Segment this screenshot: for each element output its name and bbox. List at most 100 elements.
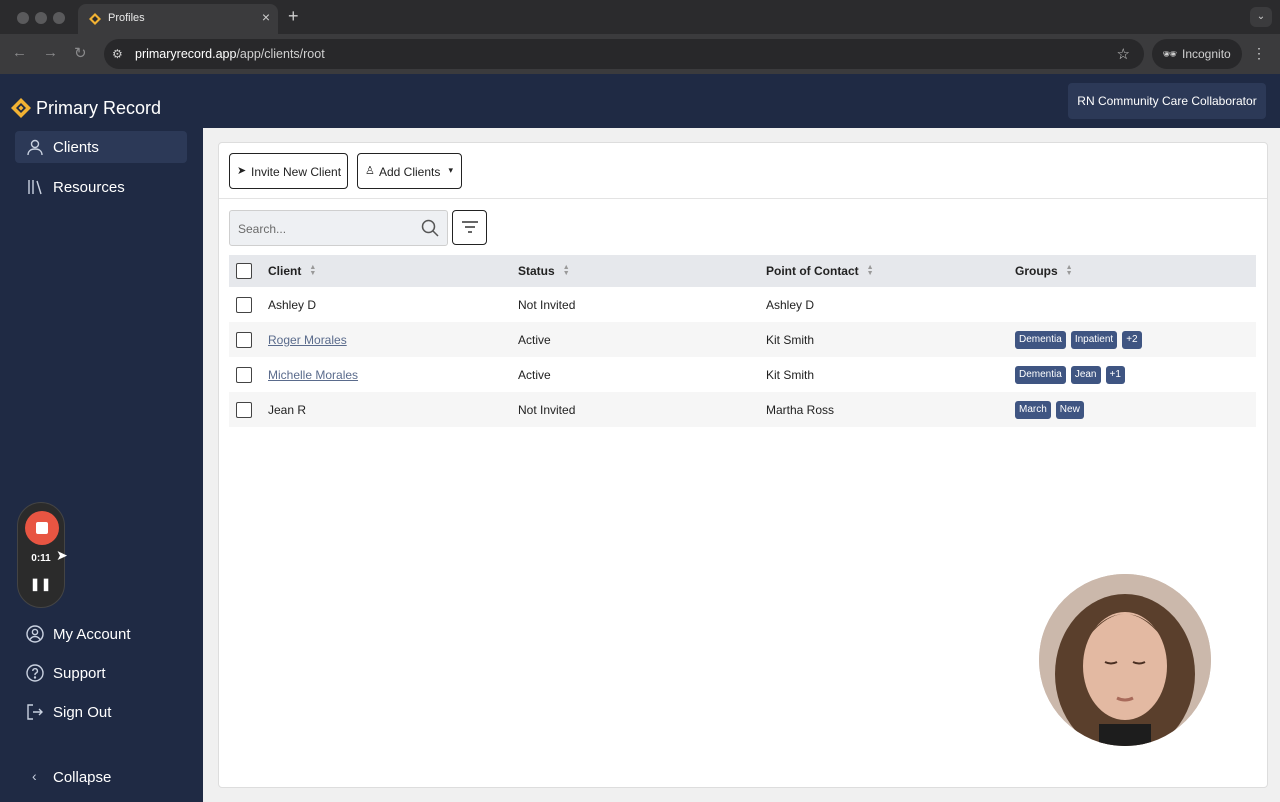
address-bar[interactable]: ⚙ primaryrecord.app/app/clients/root ☆ [104,39,1144,69]
search-placeholder: Search... [238,222,287,236]
sort-icon[interactable]: ▲ ▼ [1066,264,1073,277]
search-input[interactable]: Search... [229,210,448,246]
contact-text: Martha Ross [766,402,835,417]
user-icon [27,139,43,156]
sidebar-item-label: Sign Out [53,704,112,721]
add-clients-label: Add Clients [379,165,441,179]
send-icon: ➤ [237,165,247,177]
filter-button[interactable] [452,210,487,245]
header-client-label: Client [268,264,302,278]
sidebar-item-label: My Account [53,626,131,643]
bookmark-star-icon[interactable]: ☆ [1117,45,1130,63]
new-tab-icon[interactable]: + [288,6,299,27]
url-host: primaryrecord.app [135,47,237,61]
account-icon [26,625,44,643]
add-clients-button[interactable]: ♙ Add Clients ▾ [357,153,462,189]
status-text: Active [518,367,551,382]
header-point-of-contact[interactable]: Point of Contact ▲ ▼ [759,255,1008,287]
tab-close-icon[interactable]: × [262,9,270,25]
group-more-tag[interactable]: +2 [1122,330,1142,349]
header-groups[interactable]: Groups ▲ ▼ [1008,255,1256,287]
incognito-indicator[interactable]: 🕶 Incognito [1152,39,1242,69]
browser-tab-bar: Profiles × + ⌄ [0,0,1280,34]
app-header: Primary Record RN Community Care Collabo… [0,74,1280,128]
group-more-tag[interactable]: +1 [1105,365,1125,384]
sidebar-item-sign-out[interactable]: Sign Out [15,696,187,728]
status-text: Not Invited [518,297,576,312]
sidebar-item-label: Support [53,665,106,682]
header-groups-label: Groups [1015,264,1058,278]
pause-icon[interactable]: ❚❚ [18,577,64,591]
brand-name[interactable]: Primary Record [36,98,161,119]
group-tag[interactable]: New [1055,400,1084,419]
invite-new-client-button[interactable]: ➤ Invite New Client [229,153,348,189]
back-icon[interactable]: ← [12,44,27,61]
window-close-dot[interactable] [17,12,29,24]
contact-text: Kit Smith [766,332,815,347]
library-icon [28,180,42,195]
site-settings-icon[interactable]: ⚙ [112,47,123,61]
group-tag[interactable]: Dementia [1015,330,1066,349]
primary-record-favicon-icon [89,13,101,25]
clients-table: Client ▲ ▼ Status ▲ ▼ Point of Contact ▲ ▼ Gro… [229,255,1256,427]
contact-text: Kit Smith [766,367,815,382]
sidebar-item-label: Resources [53,179,125,196]
header-status-label: Status [518,264,555,278]
sort-icon[interactable]: ▲ ▼ [867,264,874,277]
groups-cell: Dementia Inpatient +2 [1008,322,1256,357]
browser-tab[interactable]: Profiles × [78,4,278,34]
primary-record-logo-icon[interactable] [10,97,32,119]
groups-cell [1008,287,1256,322]
mouse-cursor-icon: ➤ [56,547,68,563]
contact-text: Ashley D [766,297,815,312]
row-checkbox[interactable] [236,366,252,383]
sidebar-item-support[interactable]: Support [15,657,187,689]
row-checkbox[interactable] [236,331,252,348]
status-text: Not Invited [518,402,576,417]
table-row[interactable]: Roger Morales Active Kit Smith Dementia I… [229,322,1256,357]
search-icon[interactable] [421,219,439,237]
header-contact-label: Point of Contact [766,264,859,278]
incognito-icon: 🕶 [1162,47,1178,61]
client-name: Ashley D [268,297,317,312]
row-checkbox[interactable] [236,296,252,313]
window-zoom-dot[interactable] [53,12,65,24]
table-header-row: Client ▲ ▼ Status ▲ ▼ Point of Contact ▲ ▼ Gro… [229,255,1256,287]
sidebar-item-my-account[interactable]: My Account [15,618,187,650]
filter-icon [462,221,478,233]
groups-cell: March New [1008,392,1256,427]
sidebar-item-resources[interactable]: Resources [15,171,187,203]
sidebar: Clients Resources My Account Support Sig… [0,128,203,802]
table-row[interactable]: Ashley D Not Invited Ashley D [229,287,1256,322]
sort-icon[interactable]: ▲ ▼ [309,264,316,277]
chevron-down-icon: ▾ [448,165,453,175]
stop-recording-button[interactable] [25,511,59,545]
tab-search-chevron-icon[interactable]: ⌄ [1250,7,1272,27]
sort-icon[interactable]: ▲ ▼ [563,264,570,277]
chevron-left-icon: ‹ [32,768,37,784]
table-row[interactable]: Michelle Morales Active Kit Smith Dement… [229,357,1256,392]
select-all-checkbox[interactable] [236,263,252,279]
role-selector[interactable]: RN Community Care Collaborator [1068,83,1266,119]
group-tag[interactable]: Dementia [1015,365,1066,384]
reload-icon[interactable]: ↻ [74,44,87,62]
window-minimize-dot[interactable] [35,12,47,24]
sidebar-item-clients[interactable]: Clients [15,131,187,163]
group-tag[interactable]: Jean [1070,365,1101,384]
client-link[interactable]: Michelle Morales [268,368,358,382]
webcam-bubble[interactable] [1039,574,1211,746]
table-row[interactable]: Jean R Not Invited Martha Ross March New [229,392,1256,427]
group-tag[interactable]: Inpatient [1070,330,1118,349]
presenter-face-image [1039,574,1211,746]
row-checkbox[interactable] [236,401,252,418]
groups-cell: Dementia Jean +1 [1008,357,1256,392]
header-status[interactable]: Status ▲ ▼ [511,255,759,287]
browser-menu-icon[interactable]: ⋮ [1252,45,1266,62]
incognito-label: Incognito [1182,47,1231,61]
client-link[interactable]: Roger Morales [268,333,347,347]
forward-icon[interactable]: → [43,44,58,61]
group-tag[interactable]: March [1015,400,1051,419]
tab-title: Profiles [108,12,145,24]
collapse-label: Collapse [53,769,112,786]
header-client[interactable]: Client ▲ ▼ [229,255,511,287]
